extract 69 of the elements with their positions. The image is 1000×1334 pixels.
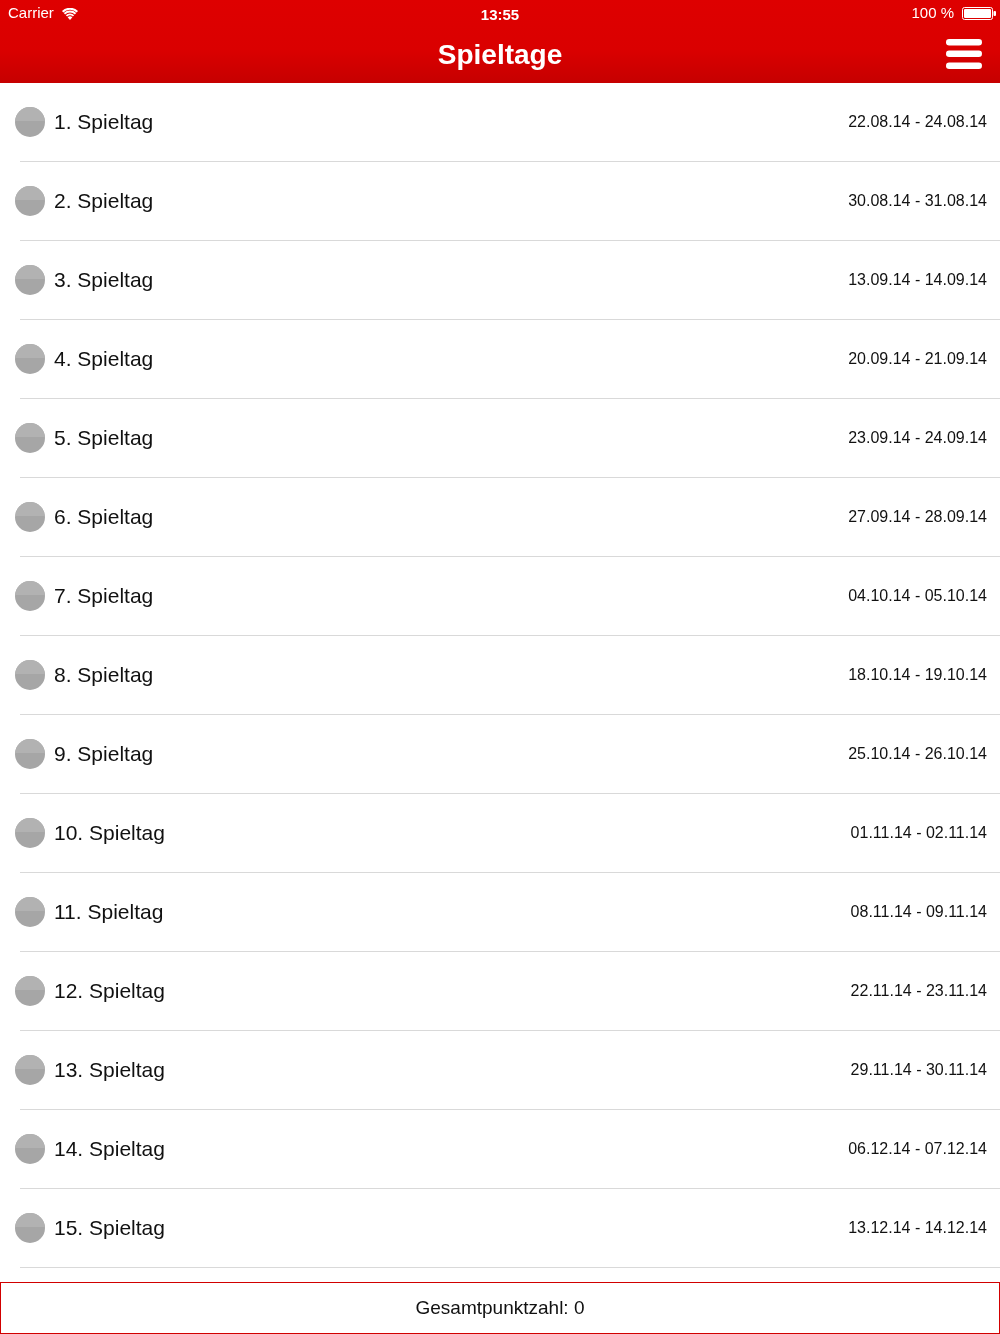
status-dot-icon — [15, 344, 45, 374]
matchday-row[interactable]: 15. Spieltag 13.12.14 - 14.12.14 — [0, 1189, 1000, 1267]
date-range: 04.10.14 - 05.10.14 — [848, 586, 987, 606]
page-title: Spieltage — [437, 39, 563, 71]
matchday-title: 12. Spieltag — [54, 978, 165, 1005]
matchday-title: 1. Spieltag — [54, 109, 154, 136]
date-range: 08.11.14 - 09.11.14 — [850, 902, 987, 922]
battery-icon — [962, 7, 996, 20]
date-range: 01.11.14 - 02.11.14 — [850, 823, 987, 843]
matchday-title: 10. Spieltag — [54, 820, 165, 847]
matchday-row[interactable]: 6. Spieltag 27.09.14 - 28.09.14 — [0, 478, 1000, 556]
status-dot-icon — [15, 423, 45, 453]
matchday-title: 9. Spieltag — [54, 741, 154, 768]
status-dot-icon — [15, 660, 45, 690]
matchday-title: 15. Spieltag — [54, 1215, 165, 1242]
status-dot-icon — [15, 976, 45, 1006]
status-dot-icon — [15, 1055, 45, 1085]
menu-button[interactable] — [946, 39, 982, 69]
status-dot-icon — [15, 739, 45, 769]
matchday-title: 14. Spieltag — [54, 1136, 165, 1163]
status-dot-icon — [15, 265, 45, 295]
date-range: 22.11.14 - 23.11.14 — [850, 981, 987, 1001]
date-range: 20.09.14 - 21.09.14 — [848, 349, 987, 369]
status-dot-icon — [15, 897, 45, 927]
total-points-label: Gesamtpunktzahl: 0 — [415, 1295, 585, 1320]
matchday-row[interactable]: 14. Spieltag 06.12.14 - 07.12.14 — [0, 1110, 1000, 1188]
status-dot-icon — [15, 186, 45, 216]
status-dot-icon — [15, 581, 45, 611]
matchday-row[interactable]: 12. Spieltag 22.11.14 - 23.11.14 — [0, 952, 1000, 1030]
date-range: 22.08.14 - 24.08.14 — [848, 112, 987, 132]
date-range: 29.11.14 - 30.11.14 — [850, 1060, 987, 1080]
matchday-row[interactable]: 8. Spieltag 18.10.14 - 19.10.14 — [0, 636, 1000, 714]
date-range: 30.08.14 - 31.08.14 — [848, 191, 987, 211]
date-range: 27.09.14 - 28.09.14 — [848, 507, 987, 527]
date-range: 13.09.14 - 14.09.14 — [848, 270, 987, 290]
matchday-title: 3. Spieltag — [54, 267, 154, 294]
matchday-row[interactable]: 5. Spieltag 23.09.14 - 24.09.14 — [0, 399, 1000, 477]
matchday-title: 6. Spieltag — [54, 504, 154, 531]
battery-percentage: 100 % — [911, 3, 954, 24]
date-range: 18.10.14 - 19.10.14 — [848, 665, 987, 685]
date-range: 06.12.14 - 07.12.14 — [848, 1139, 987, 1159]
status-dot-icon — [15, 107, 45, 137]
matchday-title: 11. Spieltag — [54, 899, 164, 926]
matchday-title: 5. Spieltag — [54, 425, 154, 452]
matchday-title: 7. Spieltag — [54, 583, 154, 610]
date-range: 25.10.14 - 26.10.14 — [848, 744, 987, 764]
matchday-row[interactable]: 2. Spieltag 30.08.14 - 31.08.14 — [0, 162, 1000, 240]
matchday-row[interactable]: 11. Spieltag 08.11.14 - 09.11.14 — [0, 873, 1000, 951]
carrier-label: Carrier — [8, 3, 54, 24]
matchday-title: 2. Spieltag — [54, 188, 154, 215]
date-range: 23.09.14 - 24.09.14 — [848, 428, 987, 448]
matchday-title: 8. Spieltag — [54, 662, 154, 689]
matchday-row[interactable]: 1. Spieltag 22.08.14 - 24.08.14 — [0, 83, 1000, 161]
status-dot-icon — [15, 1134, 45, 1164]
status-dot-icon — [15, 818, 45, 848]
matchday-row[interactable]: 4. Spieltag 20.09.14 - 21.09.14 — [0, 320, 1000, 398]
matchday-title: 4. Spieltag — [54, 346, 154, 373]
matchday-title: 13. Spieltag — [54, 1057, 165, 1084]
matchday-row[interactable]: 13. Spieltag 29.11.14 - 30.11.14 — [0, 1031, 1000, 1109]
status-dot-icon — [15, 1213, 45, 1243]
menu-icon — [946, 39, 982, 69]
status-dot-icon — [15, 502, 45, 532]
matchday-row[interactable]: 7. Spieltag 04.10.14 - 05.10.14 — [0, 557, 1000, 635]
matchday-row[interactable]: 9. Spieltag 25.10.14 - 26.10.14 — [0, 715, 1000, 793]
clock-time: 13:55 — [480, 5, 520, 25]
matchday-row[interactable]: 10. Spieltag 01.11.14 - 02.11.14 — [0, 794, 1000, 872]
wifi-icon — [61, 7, 78, 20]
matchday-row[interactable]: 3. Spieltag 13.09.14 - 14.09.14 — [0, 241, 1000, 319]
date-range: 13.12.14 - 14.12.14 — [848, 1218, 987, 1238]
